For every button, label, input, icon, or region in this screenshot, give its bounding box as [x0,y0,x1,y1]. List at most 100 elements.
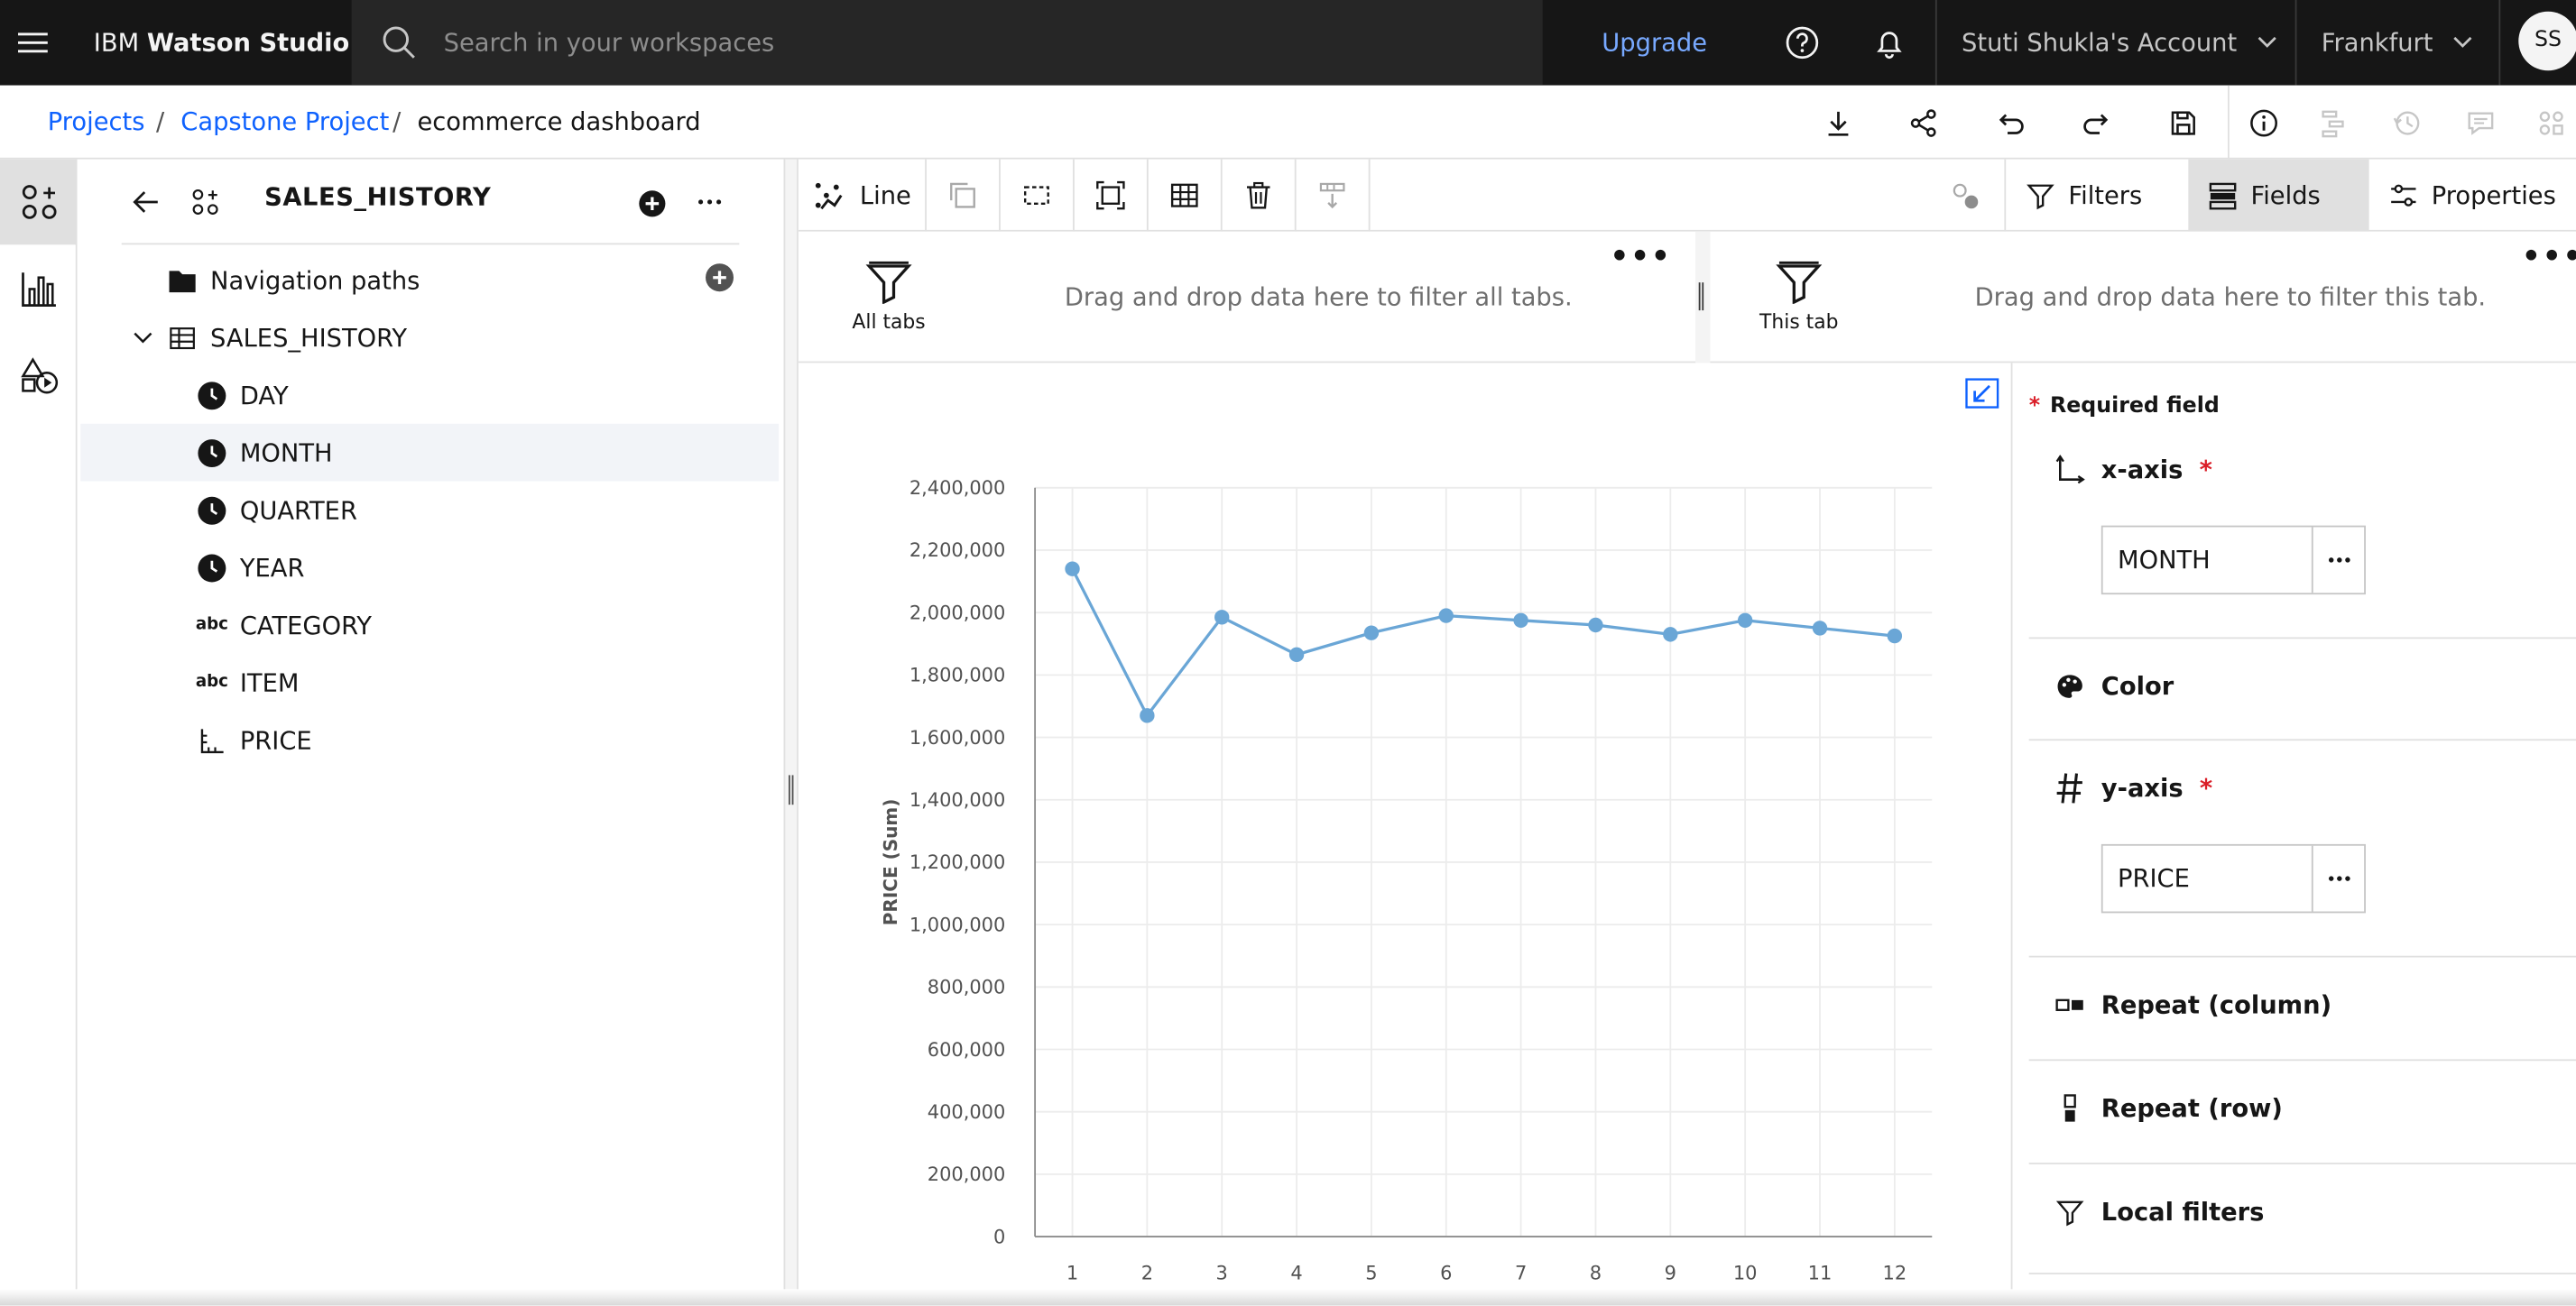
chevron-down-icon[interactable] [126,321,159,354]
notification-bell-icon[interactable] [1850,0,1928,86]
y-axis-header: y-axis * [2055,773,2212,804]
repeat-row-label: Repeat (row) [2101,1093,2283,1124]
fields-tab-button[interactable]: Fields [2188,159,2369,232]
y-axis-title: PRICE (Sum) [880,799,901,926]
data-sources-rail-button[interactable] [0,159,78,245]
table-sales-history-item[interactable]: SALES_HISTORY [80,308,779,366]
all-tabs-label: All tabs [852,310,926,334]
all-tabs-filter-zone[interactable]: All tabs Drag and drop data here to filt… [799,232,1695,363]
all-tabs-overflow-menu[interactable]: ••• [1610,240,1671,274]
toolbar-divider [2228,85,2230,160]
color-slot[interactable]: Color [2028,639,2576,741]
y-axis-field-value: PRICE [2118,863,2190,894]
y-tick-label: 0 [993,1226,1005,1247]
color-header: Color [2055,672,2174,702]
this-tab-filter-zone[interactable]: This tab Drag and drop data here to filt… [1710,232,2576,363]
hamburger-menu-icon[interactable] [0,0,66,86]
palette-icon [2055,672,2085,702]
y-tick-label: 2,000,000 [909,602,1005,623]
required-star: * [2199,455,2212,485]
delete-button[interactable] [1223,159,1297,232]
x-tick-label: 7 [1515,1262,1527,1283]
product-name[interactable]: IBM Watson Studio [94,0,350,86]
column-item-month[interactable]: MONTH [80,423,780,482]
back-arrow-icon[interactable] [132,188,162,217]
user-avatar[interactable]: SS [2518,11,2576,71]
change-visualization-button[interactable]: Line [799,159,927,232]
column-item-quarter[interactable]: QUARTER [80,481,779,538]
breadcrumb-projects[interactable]: Projects [48,86,145,160]
breadcrumb-bar: Projects / Capstone Project / ecommerce … [0,85,2576,160]
shapes-media-icon [19,356,59,396]
properties-tab-button[interactable]: Properties [2369,160,2576,232]
line-chart-widget[interactable]: 0 200,000 400,000 600,000 800,000 1,000,000 1,… [798,363,2011,1306]
region-switcher[interactable]: Frankfurt [2322,0,2472,86]
y-axis-field-pill[interactable]: PRICE [2101,843,2366,914]
brand-prefix: IBM [93,27,140,58]
share-icon[interactable] [1897,97,1950,149]
save-icon[interactable] [2157,97,2210,149]
widgets-rail-button[interactable] [0,334,78,419]
add-circle-icon[interactable] [637,189,667,218]
info-icon[interactable] [2238,97,2290,149]
search-input[interactable] [439,0,1492,86]
data-point [1140,708,1155,723]
add-navigation-path-icon[interactable] [705,262,734,292]
search-icon[interactable] [381,24,417,60]
panel-resize-handle[interactable] [783,159,799,1306]
show-data-table-button[interactable] [1149,159,1223,232]
upgrade-link[interactable]: Upgrade [1602,0,1707,86]
column-item-year[interactable]: YEAR [80,538,779,596]
this-tab-filter: This tab [1750,261,1848,334]
data-assets-icon[interactable] [190,188,220,217]
smart-tools-icon[interactable] [1948,179,1980,211]
clock-icon [196,551,228,584]
y-tick-label: 1,400,000 [909,789,1005,811]
x-tick-label: 12 [1883,1262,1907,1283]
column-item-item[interactable]: abc ITEM [80,654,779,712]
widgets-icon [2525,97,2576,149]
column-item-day[interactable]: DAY [80,366,779,424]
fit-to-frame-icon [1095,180,1125,210]
repeat-column-icon [2055,990,2085,1020]
column-item-category[interactable]: abc CATEGORY [80,596,779,654]
y-tick-label: 1,000,000 [909,914,1005,935]
duplicate-button [927,159,1001,232]
account-switcher[interactable]: Stuti Shukla's Account [1962,0,2276,86]
required-label: Required field [2050,393,2220,419]
overflow-menu-icon[interactable] [2311,527,2364,593]
header-divider [2498,0,2501,86]
breadcrumb-capstone-project[interactable]: Capstone Project [180,86,389,160]
x-tick-label: 11 [1808,1262,1833,1283]
filter-icon [2055,1197,2085,1227]
filter-icon [2026,180,2055,210]
overflow-menu-icon[interactable] [2311,845,2364,912]
select-button[interactable] [1001,159,1075,232]
data-point [1663,627,1678,642]
repeat-column-slot[interactable]: Repeat (column) [2028,958,2576,1062]
repeat-row-slot[interactable]: Repeat (row) [2028,1061,2576,1164]
x-axis-field-pill[interactable]: MONTH [2101,525,2366,595]
x-tick-label: 9 [1665,1262,1676,1283]
redo-icon[interactable] [2070,97,2122,149]
fields-panel: * Required field x-axis * MONTH Color y-ax… [2010,363,2576,1306]
x-tick-label: 5 [1365,1262,1377,1283]
this-tab-overflow-menu[interactable]: ••• [2522,240,2576,274]
top-navigation-bar: IBM Watson Studio Upgrade Stuti Shukla's… [0,0,2576,86]
local-filters-slot[interactable]: Local filters [2028,1164,2576,1274]
undo-icon[interactable] [1985,97,2037,149]
visualizations-rail-button[interactable] [0,246,78,332]
fields-list-icon [2208,180,2238,210]
overflow-menu-icon[interactable] [695,188,725,217]
local-filters-label: Local filters [2101,1197,2265,1228]
data-source-title: SALES_HISTORY [264,182,492,212]
filters-tab-button[interactable]: Filters [2006,160,2186,232]
focus-button[interactable] [1075,159,1149,232]
filter-zone-resize-handle[interactable] [1695,231,1711,363]
download-icon[interactable] [1812,97,1864,149]
help-icon[interactable] [1763,0,1842,86]
column-item-price[interactable]: PRICE [80,711,779,768]
navigation-paths-item[interactable]: Navigation paths [80,252,779,309]
breadcrumb-separator: / [392,106,402,137]
navigation-paths-label: Navigation paths [210,265,420,295]
